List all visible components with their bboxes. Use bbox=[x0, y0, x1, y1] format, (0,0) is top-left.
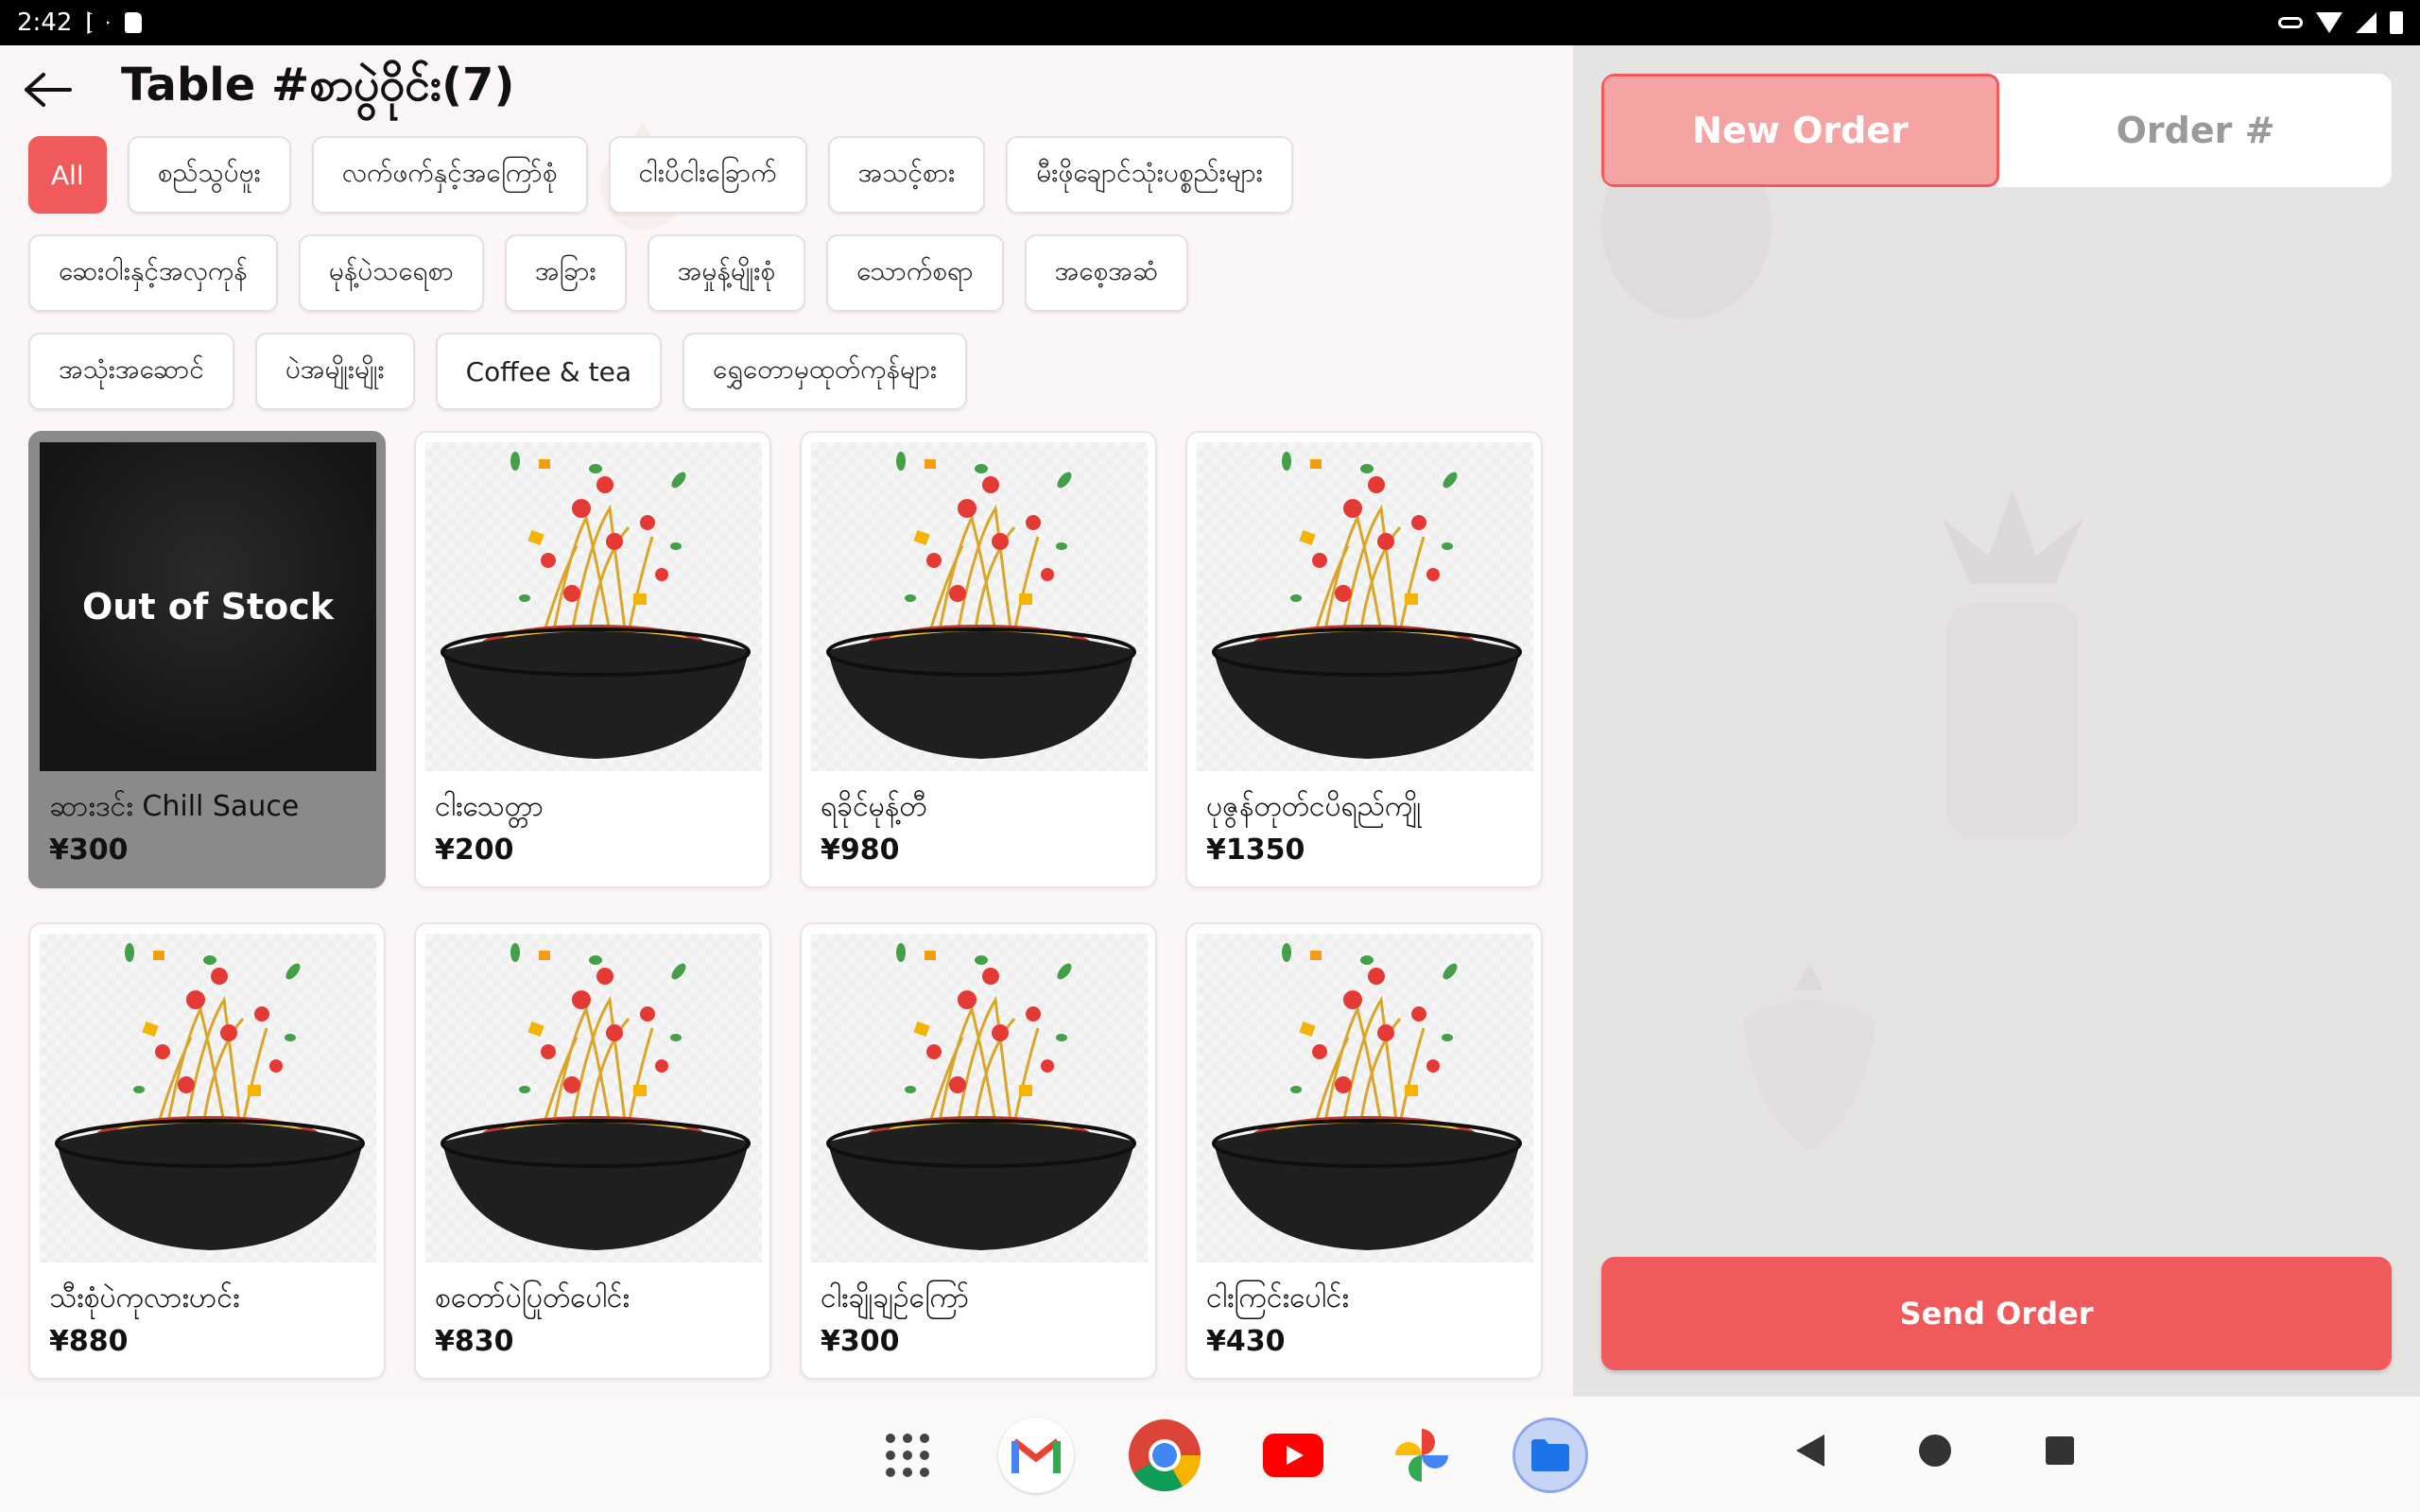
product-price: ¥880 bbox=[49, 1325, 129, 1358]
product-name: သီးစုံပဲကုလားဟင်း bbox=[49, 1281, 240, 1314]
status-time: 2:42 bbox=[17, 9, 73, 37]
product-price: ¥1350 bbox=[1206, 833, 1305, 867]
product-card[interactable]: ငါးသေတ္တာ ¥200 bbox=[414, 431, 771, 888]
back-arrow-icon[interactable] bbox=[19, 61, 76, 118]
product-card[interactable]: သီးစုံပဲကုလားဟင်း ¥880 bbox=[28, 922, 386, 1380]
gmail-icon[interactable] bbox=[998, 1418, 1074, 1493]
noodle-bowl-image bbox=[811, 934, 1148, 1263]
nav-recents-icon[interactable] bbox=[2046, 1436, 2074, 1465]
cell-signal-icon bbox=[2356, 12, 2377, 33]
product-grid: Out of Stock ဆားဒင်း Chill Sauce ¥300 ငါ… bbox=[28, 431, 1547, 1380]
category-chip[interactable]: အခြား bbox=[504, 234, 627, 312]
app-dock bbox=[870, 1418, 1588, 1493]
product-name: ငါးချိုချဉ်ကြော် bbox=[821, 1281, 970, 1314]
product-price: ¥200 bbox=[435, 833, 514, 867]
page-title: Table #စာပွဲဝိုင်း(7) bbox=[121, 59, 515, 112]
menu-panel: Table #စာပွဲဝိုင်း(7) All စည်သွပ်ဗူး လက်… bbox=[0, 45, 1573, 1397]
category-chip[interactable]: အမှုန့်မျိုးစုံ bbox=[647, 234, 806, 312]
noodle-bowl-image bbox=[425, 442, 762, 771]
category-chip[interactable]: ရွှေတောမှထုတ်ကုန်များ bbox=[683, 333, 968, 410]
product-name: ငါးကြင်းပေါင်း bbox=[1206, 1281, 1349, 1314]
product-price: ¥300 bbox=[49, 833, 129, 867]
new-order-tab[interactable]: New Order bbox=[1601, 74, 1999, 187]
noodle-bowl-image bbox=[811, 442, 1148, 771]
category-chip[interactable]: ဆေးဝါးနှင့်အလှကုန် bbox=[28, 234, 278, 312]
product-price: ¥300 bbox=[821, 1325, 900, 1358]
product-card[interactable]: ပုဇွန်တုတ်ငပိရည်ကျို ¥1350 bbox=[1185, 431, 1543, 888]
product-card[interactable]: စတော်ပဲပြုတ်ပေါင်း ¥830 bbox=[414, 922, 771, 1380]
files-icon[interactable] bbox=[1512, 1418, 1588, 1493]
category-filter: All စည်သွပ်ဗူး လက်ဖက်နှင့်အကြော်စုံ ငါးပ… bbox=[28, 136, 1560, 431]
product-card[interactable]: ငါးကြင်းပေါင်း ¥430 bbox=[1185, 922, 1543, 1380]
category-chip[interactable]: အသုံးအဆောင် bbox=[28, 333, 234, 410]
category-chip[interactable]: ငါးပိငါးခြောက် bbox=[608, 136, 807, 214]
product-name: ရခိုင်မုန့်တီ bbox=[821, 790, 927, 823]
product-price: ¥980 bbox=[821, 833, 900, 867]
noodle-bowl-image bbox=[1197, 934, 1533, 1263]
noodle-bowl-image bbox=[425, 934, 762, 1263]
product-card-out-of-stock[interactable]: Out of Stock ဆားဒင်း Chill Sauce ¥300 bbox=[28, 431, 386, 888]
nav-home-icon[interactable] bbox=[1919, 1435, 1951, 1467]
product-name: ပုဇွန်တုတ်ငပိရည်ကျို bbox=[1206, 790, 1422, 823]
sd-card-icon bbox=[125, 12, 143, 33]
chrome-icon[interactable] bbox=[1127, 1418, 1202, 1493]
category-chip[interactable]: မုန့်ပဲသရေစာ bbox=[298, 234, 484, 312]
product-card[interactable]: ငါးချိုချဉ်ကြော် ¥300 bbox=[800, 922, 1157, 1380]
play-store-icon bbox=[87, 11, 111, 34]
order-panel: New Order Order # Send Order bbox=[1573, 45, 2420, 1397]
noodle-bowl-image bbox=[40, 934, 376, 1263]
product-price: ¥430 bbox=[1206, 1325, 1286, 1358]
header: Table #စာပွဲဝိုင်း(7) bbox=[19, 57, 514, 123]
category-chip[interactable]: သောက်စရာ bbox=[826, 234, 1004, 312]
youtube-icon[interactable] bbox=[1255, 1418, 1331, 1493]
noodle-bowl-image bbox=[1197, 442, 1533, 771]
category-chip[interactable]: လက်ဖက်နှင့်အကြော်စုံ bbox=[311, 136, 588, 214]
order-number-tab[interactable]: Order # bbox=[1999, 74, 2392, 187]
product-price: ¥830 bbox=[435, 1325, 514, 1358]
app-drawer-icon[interactable] bbox=[870, 1418, 945, 1493]
product-name: ဆားဒင်း Chill Sauce bbox=[49, 790, 300, 823]
order-mode-toggle: New Order Order # bbox=[1601, 74, 2392, 187]
system-navigation bbox=[1796, 1435, 2074, 1467]
product-image: Out of Stock bbox=[40, 442, 376, 771]
category-chip[interactable]: စည်သွပ်ဗူး bbox=[127, 136, 291, 214]
product-name: စတော်ပဲပြုတ်ပေါင်း bbox=[435, 1281, 631, 1314]
nav-back-icon[interactable] bbox=[1796, 1435, 1824, 1467]
category-chip[interactable]: အသင့်စား bbox=[827, 136, 986, 214]
category-chip[interactable]: မီးဖိုချောင်သုံးပစ္စည်းများ bbox=[1006, 136, 1293, 214]
wifi-icon bbox=[2316, 12, 2342, 33]
status-bar: 2:42 bbox=[0, 0, 2420, 45]
category-chip[interactable]: ပဲအမျိုးမျိုး bbox=[254, 333, 415, 410]
photos-icon[interactable] bbox=[1384, 1418, 1460, 1493]
send-order-button[interactable]: Send Order bbox=[1601, 1257, 2392, 1370]
out-of-stock-label: Out of Stock bbox=[81, 586, 335, 627]
product-card[interactable]: ရခိုင်မုန့်တီ ¥980 bbox=[800, 431, 1157, 888]
category-chip[interactable]: အစေ့အဆံ bbox=[1024, 234, 1189, 312]
category-chip-coffee-tea[interactable]: Coffee & tea bbox=[435, 333, 663, 410]
battery-icon bbox=[2390, 11, 2403, 34]
product-name: ငါးသေတ္တာ bbox=[435, 790, 544, 823]
navigation-bar bbox=[0, 1397, 2420, 1512]
vpn-key-icon bbox=[2278, 17, 2303, 28]
watermark-pineapple-icon bbox=[1942, 490, 2083, 839]
category-chip-all[interactable]: All bbox=[28, 136, 107, 214]
watermark-strawberry-icon bbox=[1743, 962, 1876, 1151]
